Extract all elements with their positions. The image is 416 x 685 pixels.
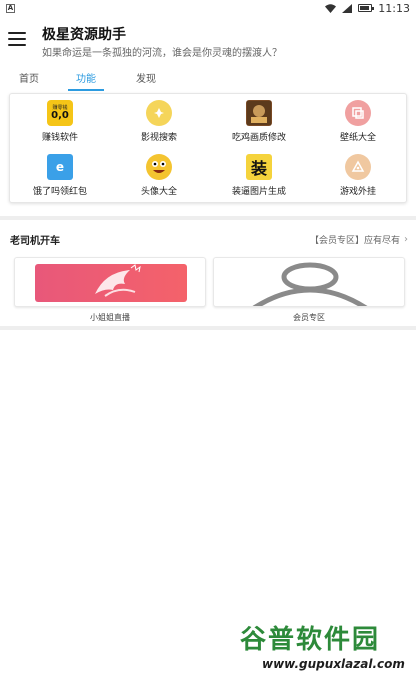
movie-search-icon	[146, 100, 172, 126]
watermark-title: 谷普软件园	[240, 625, 381, 655]
section-divider-bottom	[0, 326, 416, 330]
feature-movie-search[interactable]: 影视搜索	[114, 100, 204, 150]
card-live-stream[interactable]	[14, 257, 206, 307]
wallpaper-icon	[345, 100, 371, 126]
feature-label: 影视搜索	[140, 133, 177, 143]
feature-earn-money[interactable]: 赚零钱 0,0 赚钱软件	[15, 100, 105, 150]
status-time: 11:13	[378, 1, 410, 15]
game-graphics-icon	[246, 100, 272, 126]
notification-a-icon: A	[6, 3, 15, 13]
feature-game-graphics[interactable]: 吃鸡画质修改	[214, 100, 304, 150]
status-bar: A 11:13	[0, 0, 416, 16]
eleme-icon: e	[47, 154, 73, 180]
feature-grid: 赚零钱 0,0 赚钱软件 影视搜索 吃鸡画质修改 壁纸大全 e 饿了吗领红包 头…	[9, 93, 407, 203]
watermark-url: www.gupuxlazal.com	[262, 657, 405, 671]
game-plugin-icon	[345, 154, 371, 180]
card-vip-zone[interactable]	[213, 257, 405, 307]
section-more-link[interactable]: 【会员专区】应有尽有	[310, 233, 400, 246]
chevron-right-icon: ›	[404, 234, 408, 245]
section-divider	[0, 216, 416, 220]
tab-features[interactable]: 功能	[76, 70, 96, 85]
tab-home[interactable]: 首页	[19, 70, 39, 85]
hamburger-menu-icon[interactable]	[8, 32, 26, 46]
feature-eleme[interactable]: e 饿了吗领红包	[15, 154, 105, 204]
feature-game-plugin[interactable]: 游戏外挂	[313, 154, 403, 204]
feature-label: 赚钱软件	[41, 133, 78, 143]
card-vip-zone-label: 会员专区	[293, 313, 325, 322]
app-title: 极星资源助手	[42, 27, 126, 43]
feature-avatar[interactable]: 头像大全	[114, 154, 204, 204]
watermark-logo: 谷普软件园 www.gupuxlazal.com	[228, 617, 414, 685]
feature-label: 装逼图片生成	[231, 187, 286, 197]
tab-discover[interactable]: 发现	[136, 70, 156, 85]
earn-money-icon: 赚零钱 0,0	[47, 100, 73, 126]
signal-icon	[342, 3, 353, 13]
zhuang-icon: 装	[246, 154, 272, 180]
battery-icon	[358, 4, 375, 12]
section-title: 老司机开车	[10, 236, 60, 247]
user-silhouette-icon	[252, 262, 368, 306]
app-subtitle: 如果命运是一条孤独的河流，谁会是你灵魂的摆渡人？	[42, 48, 282, 59]
avatar-emoji-icon	[146, 154, 172, 180]
feature-zhuang-image[interactable]: 装 装逼图片生成	[214, 154, 304, 204]
feature-label: 饿了吗领红包	[32, 187, 87, 197]
tab-active-indicator	[68, 89, 104, 91]
feature-wallpaper[interactable]: 壁纸大全	[313, 100, 403, 150]
feature-label: 游戏外挂	[339, 187, 376, 197]
app-header: 极星资源助手 如果命运是一条孤独的河流，谁会是你灵魂的摆渡人？	[0, 16, 416, 64]
wifi-icon	[325, 3, 337, 13]
tab-bar: 首页 功能 发现	[0, 66, 416, 92]
feature-label: 吃鸡画质修改	[231, 133, 286, 143]
card-live-stream-label: 小姐姐直播	[90, 313, 130, 322]
feature-label: 头像大全	[140, 187, 177, 197]
feature-label: 壁纸大全	[339, 133, 376, 143]
live-stream-image	[35, 264, 187, 302]
